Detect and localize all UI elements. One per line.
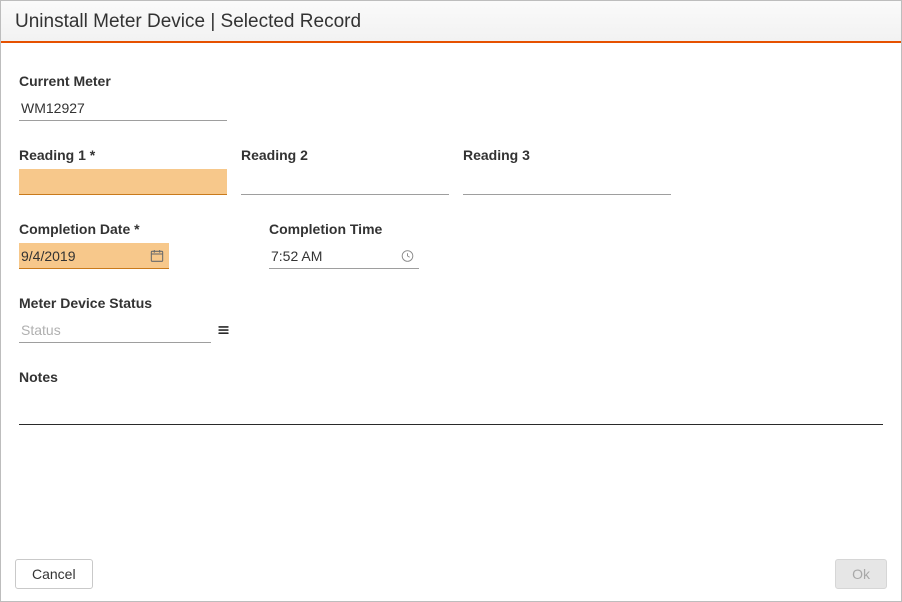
reading3-input[interactable]: [463, 172, 671, 192]
dialog-window: Uninstall Meter Device | Selected Record…: [0, 0, 902, 602]
reading1-input[interactable]: [19, 172, 227, 192]
field-completion-time: Completion Time: [269, 221, 419, 269]
label-reading1: Reading 1 *: [19, 147, 227, 163]
field-current-meter: Current Meter: [19, 73, 227, 121]
current-meter-input[interactable]: [19, 98, 227, 118]
input-wrap-notes: [19, 397, 883, 425]
field-meter-status: Meter Device Status: [19, 295, 229, 343]
field-completion-date: Completion Date *: [19, 221, 169, 269]
input-wrap-current-meter: [19, 95, 227, 121]
calendar-icon[interactable]: [149, 248, 165, 264]
menu-icon[interactable]: [216, 322, 231, 337]
label-current-meter: Current Meter: [19, 73, 227, 89]
input-wrap-reading3: [463, 169, 671, 195]
dialog-content: Current Meter Reading 1 * Reading 2: [1, 43, 901, 551]
dialog-footer: Cancel Ok: [1, 551, 901, 601]
dialog-title: Uninstall Meter Device | Selected Record: [15, 11, 887, 33]
notes-input[interactable]: [19, 397, 883, 419]
input-wrap-reading2: [241, 169, 449, 195]
input-wrap-reading1: [19, 169, 227, 195]
clock-icon[interactable]: [400, 248, 415, 263]
cancel-button[interactable]: Cancel: [15, 559, 93, 589]
label-completion-date: Completion Date *: [19, 221, 169, 237]
input-wrap-completion-time: [269, 243, 419, 269]
label-reading3: Reading 3: [463, 147, 671, 163]
field-reading1: Reading 1 *: [19, 147, 227, 195]
label-completion-time: Completion Time: [269, 221, 419, 237]
completion-date-input[interactable]: [19, 246, 169, 266]
field-reading2: Reading 2: [241, 147, 449, 195]
meter-status-input[interactable]: [19, 320, 211, 340]
field-reading3: Reading 3: [463, 147, 671, 195]
reading2-input[interactable]: [241, 172, 449, 192]
field-notes: Notes: [19, 369, 883, 425]
completion-time-input[interactable]: [269, 246, 419, 266]
input-wrap-meter-status: [19, 317, 211, 343]
label-reading2: Reading 2: [241, 147, 449, 163]
label-meter-status: Meter Device Status: [19, 295, 229, 311]
ok-button[interactable]: Ok: [835, 559, 887, 589]
titlebar: Uninstall Meter Device | Selected Record: [1, 1, 901, 43]
label-notes: Notes: [19, 369, 883, 385]
input-wrap-completion-date: [19, 243, 169, 269]
